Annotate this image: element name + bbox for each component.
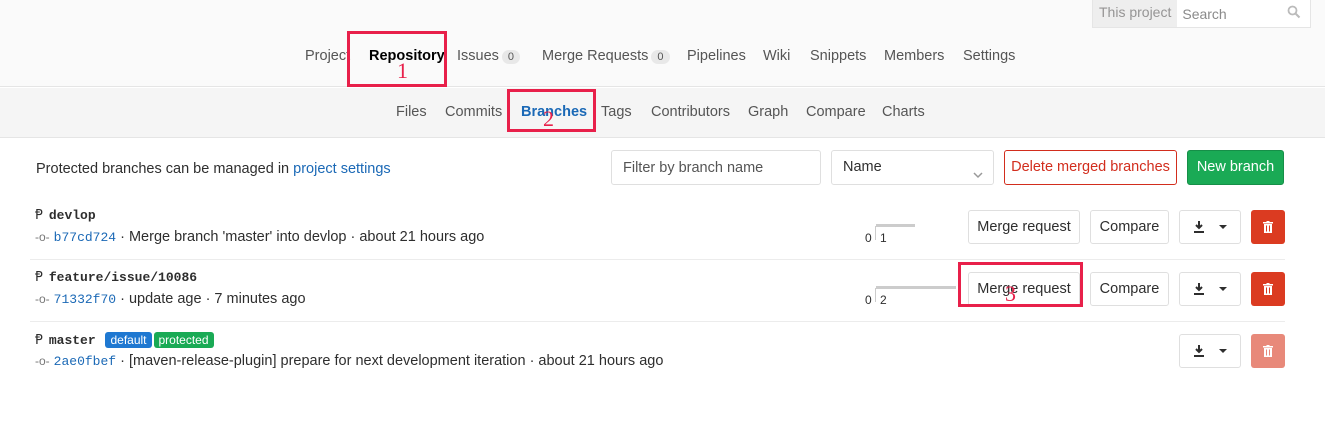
branch-row: Ᵽdevlop -o-b77cd724 · Merge branch 'mast… (30, 198, 1285, 260)
ahead-bar (876, 224, 915, 227)
nav-issues-label: Issues (457, 48, 499, 64)
commit-sha-link[interactable]: b77cd724 (54, 230, 116, 245)
search-icon[interactable] (1287, 5, 1301, 22)
commit-icon: -o- (35, 354, 50, 368)
delete-merged-branches-button[interactable]: Delete merged branches (1004, 150, 1177, 185)
nav-issues[interactable]: Issues 0 (457, 48, 521, 64)
branch-icon: Ᵽ (35, 270, 43, 285)
download-dropdown-button[interactable] (1179, 210, 1241, 244)
new-branch-button[interactable]: New branch (1187, 150, 1284, 185)
nav-pipelines[interactable]: Pipelines (687, 48, 746, 64)
branch-row: Ᵽmaster default protected -o- 2ae0fbef · [… (30, 322, 1285, 384)
search-box[interactable]: This project (1092, 0, 1311, 28)
branch-icon: Ᵽ (35, 208, 43, 223)
compare-button[interactable]: Compare (1090, 272, 1169, 306)
project-nav: Project Repository Issues 0 Merge Request… (0, 48, 1325, 72)
divergence-separator (875, 226, 876, 240)
divergence-graph: 0 2 (865, 284, 965, 308)
subnav-files[interactable]: Files (396, 104, 427, 120)
protected-branches-text: Protected branches can be managed in (36, 161, 294, 177)
branch-commit: -o- 2ae0fbef · [maven-release-plugin] pre… (35, 353, 663, 369)
commit-sha-link[interactable]: 71332f70 (54, 292, 116, 307)
divergence-graph: 0 1 (865, 222, 925, 246)
commit-message: · [maven-release-plugin] prepare for nex… (116, 353, 664, 369)
delete-branch-button (1251, 334, 1285, 368)
behind-count: 0 (865, 293, 872, 307)
trash-icon (1263, 345, 1273, 357)
annotation-box-merge-request (958, 262, 1083, 307)
protected-branches-message: Protected branches can be managed in pro… (36, 161, 391, 177)
search-scope-label: This project (1093, 0, 1178, 27)
nav-members[interactable]: Members (884, 48, 944, 64)
ahead-count: 1 (880, 231, 887, 245)
subnav-graph[interactable]: Graph (748, 104, 788, 120)
ahead-count: 2 (880, 293, 887, 307)
annotation-number-1: 1 (397, 58, 408, 83)
subnav-compare[interactable]: Compare (806, 104, 866, 120)
annotation-number-3: 3 (1005, 281, 1016, 306)
divergence-separator (875, 288, 876, 302)
merge-request-button[interactable]: Merge request (968, 210, 1080, 244)
branch-name[interactable]: Ᵽmaster default protected (35, 332, 214, 348)
merge-requests-count-badge: 0 (651, 50, 670, 64)
commit-sha-link[interactable]: 2ae0fbef (54, 354, 116, 369)
branch-filter-input[interactable] (611, 150, 821, 185)
nav-merge-requests-label: Merge Requests (542, 48, 649, 64)
commit-message: · update age · 7 minutes ago (116, 291, 306, 307)
download-dropdown-button[interactable] (1179, 272, 1241, 306)
branch-row: Ᵽfeature/issue/10086 -o- 71332f70 · updat… (30, 260, 1285, 322)
nav-merge-requests[interactable]: Merge Requests 0 (542, 48, 670, 64)
branch-commit: -o- 71332f70 · update age · 7 minutes ago (35, 291, 306, 307)
branch-name-label: devlop (48, 208, 96, 223)
default-badge: default (105, 332, 152, 348)
subnav-contributors[interactable]: Contributors (651, 104, 730, 120)
branch-name[interactable]: Ᵽfeature/issue/10086 (35, 270, 197, 285)
branch-icon: Ᵽ (35, 333, 43, 348)
nav-settings[interactable]: Settings (963, 48, 1015, 64)
search-input[interactable] (1177, 5, 1278, 22)
delete-branch-button[interactable] (1251, 210, 1285, 244)
branch-commit: -o-b77cd724 · Merge branch 'master' into… (35, 229, 484, 245)
annotation-number-2: 2 (543, 106, 554, 131)
download-dropdown-button[interactable] (1179, 334, 1241, 368)
issues-count-badge: 0 (501, 50, 521, 64)
compare-button[interactable]: Compare (1090, 210, 1169, 244)
protected-badge: protected (153, 332, 214, 348)
chevron-down-icon (972, 161, 984, 194)
sort-dropdown-value: Name (843, 159, 882, 175)
ahead-bar (876, 286, 956, 289)
sort-dropdown[interactable]: Name (831, 150, 994, 185)
nav-wiki[interactable]: Wiki (763, 48, 790, 64)
commit-icon: -o- (35, 292, 50, 306)
subnav-commits[interactable]: Commits (445, 104, 502, 120)
delete-branch-button[interactable] (1251, 272, 1285, 306)
commit-message: · Merge branch 'master' into devlop · ab… (116, 229, 485, 245)
behind-count: 0 (865, 231, 872, 245)
branch-name-label: master (48, 333, 96, 348)
nav-project[interactable]: Project (305, 48, 350, 64)
branch-name[interactable]: Ᵽdevlop (35, 208, 96, 223)
commit-icon: -o- (35, 230, 50, 244)
nav-snippets[interactable]: Snippets (810, 48, 866, 64)
branch-name-label: feature/issue/10086 (48, 270, 198, 285)
subnav-charts[interactable]: Charts (882, 104, 925, 120)
trash-icon (1263, 221, 1273, 233)
top-navigation-bar: This project Project Repository Issues0 … (0, 0, 1325, 87)
trash-icon (1263, 283, 1273, 295)
subnav-tags[interactable]: Tags (601, 104, 632, 120)
project-settings-link[interactable]: project settings (293, 161, 391, 177)
